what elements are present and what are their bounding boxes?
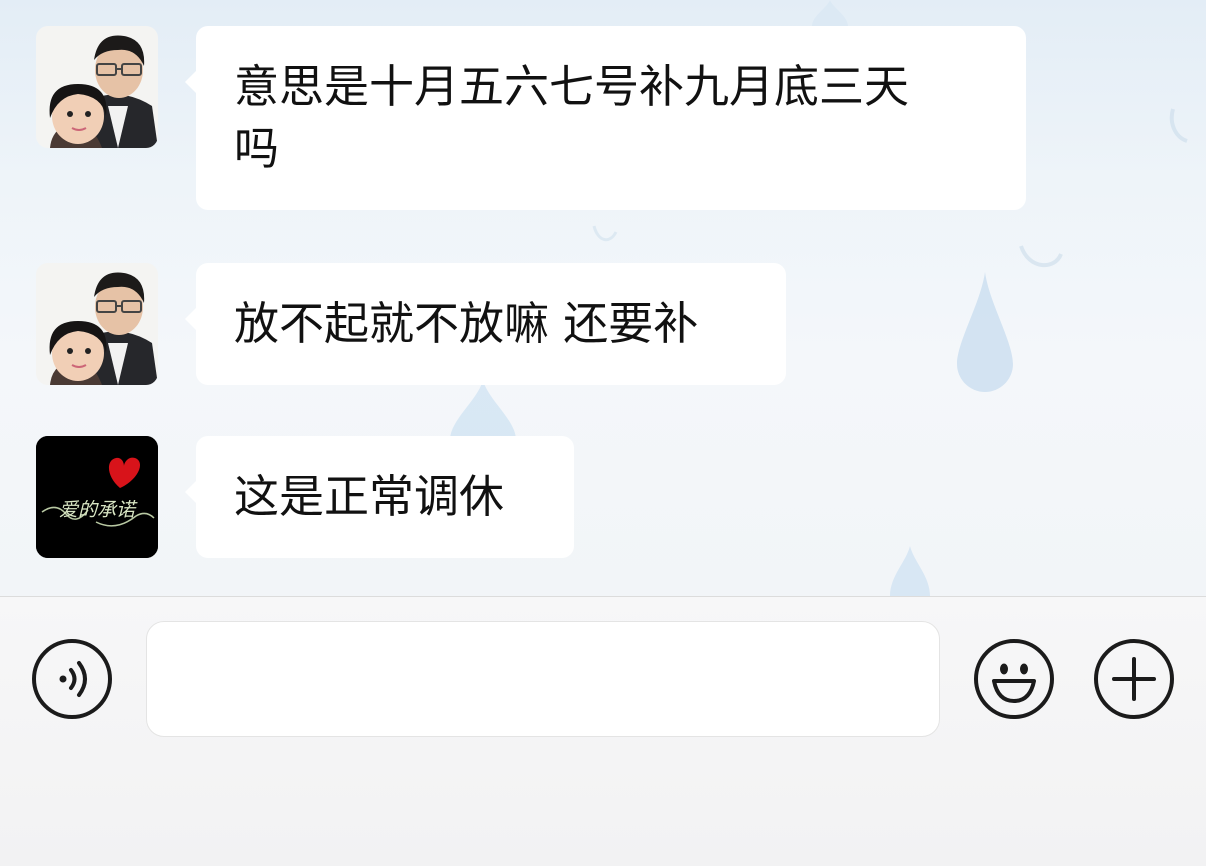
bubble-tail: [185, 70, 197, 94]
raindrop-decoration: [1169, 108, 1188, 143]
contact-avatar[interactable]: 爱的承诺: [36, 436, 158, 558]
message-text: 放不起就不放嘛 还要补: [234, 297, 699, 350]
contact-avatar[interactable]: [36, 26, 158, 148]
message-bubble[interactable]: 放不起就不放嘛 还要补: [185, 263, 786, 385]
more-options-button[interactable]: [1094, 639, 1174, 719]
raindrop-decoration: [592, 225, 618, 242]
chat-message-area[interactable]: 意思是十月五六七号补九月底三天 吗 放不起就不放嘛 还要补 爱的承诺 这是正常调…: [0, 0, 1206, 596]
chat-input-bar: [0, 596, 1206, 866]
message-text: 这是正常调休: [234, 470, 505, 523]
raindrop-decoration: [1019, 245, 1063, 268]
message-bubble[interactable]: 这是正常调休: [185, 436, 574, 558]
emoji-button[interactable]: [974, 639, 1054, 719]
avatar-caption: 爱的承诺: [59, 499, 138, 521]
bubble-tail: [185, 307, 197, 331]
message-bubble[interactable]: 意思是十月五六七号补九月底三天 吗: [185, 26, 1026, 210]
voice-input-button[interactable]: [32, 639, 112, 719]
plus-icon: [1112, 657, 1156, 701]
raindrop-decoration: [890, 546, 930, 596]
message-input[interactable]: [146, 621, 940, 737]
voice-icon: [59, 661, 87, 697]
raindrop-decoration: [450, 380, 516, 440]
raindrop-decoration: [957, 272, 1013, 392]
bubble-tail: [185, 480, 197, 504]
message-text: 意思是十月五六七号补九月底三天 吗: [234, 60, 910, 175]
smiley-icon: [992, 663, 1036, 703]
contact-avatar[interactable]: [36, 263, 158, 385]
raindrop-decoration: [812, 0, 848, 26]
